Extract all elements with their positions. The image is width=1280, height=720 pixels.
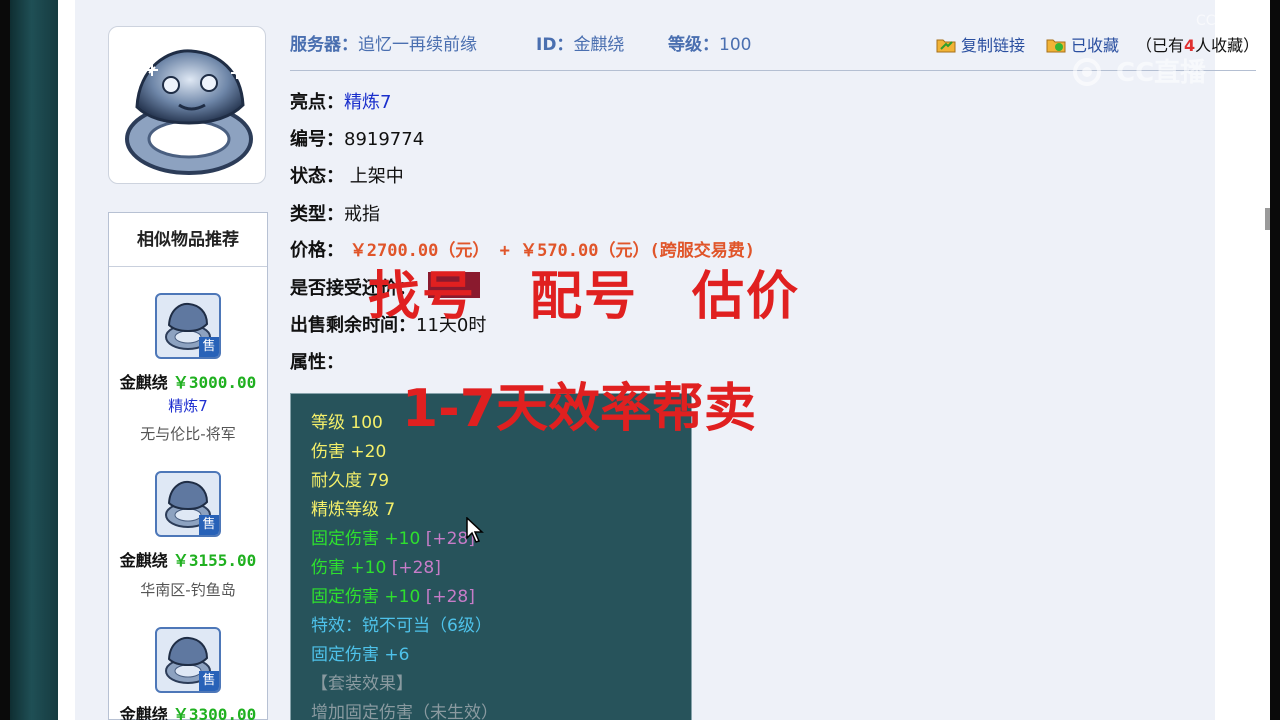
type-label: 类型：: [290, 204, 344, 225]
scrollbar-thumb[interactable]: [1265, 208, 1270, 230]
server-value: 追忆一再续前缘: [358, 35, 477, 55]
attr-line: 耐久度 79: [311, 471, 390, 491]
copy-link-button[interactable]: 复制链接: [936, 34, 1025, 58]
attr-bonus: [+28]: [425, 587, 475, 607]
highlight-row: 亮点：精炼7: [290, 88, 391, 114]
watermark-small: CC直播: [1196, 13, 1244, 29]
similar-item-name-price: 金麒绕 ￥3000.00: [109, 369, 267, 393]
similar-item-price: ￥3000.00: [172, 373, 257, 392]
watermark-logo: CC直播: [1072, 52, 1206, 89]
type-value: 戒指: [344, 204, 380, 225]
sale-badge: 售: [199, 337, 219, 357]
attr-line: 等级 100: [311, 413, 383, 433]
right-frame-strip: [1270, 0, 1280, 720]
similar-items-panel: 相似物品推荐 售 金麒绕 ￥3000.00 精炼7 无与伦比-将军 售 金麒绕: [108, 212, 268, 720]
attr-line: 伤害 +10 [+28]: [311, 553, 441, 578]
attr-text: 固定伤害 +10: [311, 529, 421, 549]
status-value: 上架中: [349, 166, 404, 187]
left-frame-strip: [0, 0, 10, 720]
level-info: 等级：100: [668, 30, 751, 60]
overlay-caption-sell: 1-7天效率帮卖: [402, 379, 756, 439]
overlay-caption-services: 找号 配号 估价: [368, 267, 801, 327]
level-label: 等级：: [668, 35, 719, 55]
highlight-label: 亮点：: [290, 92, 344, 113]
similar-item-name-price: 金麒绕 ￥3300.00: [109, 701, 267, 720]
favorite-folder-icon: [1046, 39, 1066, 53]
ring-thumbnail-icon[interactable]: 售: [155, 471, 221, 537]
attr-line: 精炼等级 7: [311, 500, 396, 520]
similar-item-name: 金麒绕: [119, 705, 168, 720]
server-label: 服务器：: [290, 35, 358, 55]
serial-row: 编号：8919774: [290, 125, 424, 151]
similar-item-name-price: 金麒绕 ￥3155.00: [109, 547, 267, 571]
status-row: 状态： 上架中: [290, 162, 404, 188]
copy-link-label: 复制链接: [961, 36, 1026, 55]
serial-label: 编号：: [290, 129, 344, 150]
attr-line: 固定伤害 +6: [311, 645, 410, 665]
attr-line: 特效：锐不可当（6级）: [311, 616, 492, 636]
cc-logo-icon: [1073, 58, 1101, 86]
type-row: 类型：戒指: [290, 200, 380, 226]
similar-item-name: 金麒绕: [119, 373, 168, 392]
status-label: 状态：: [290, 166, 344, 187]
attr-bonus: [+28]: [391, 558, 441, 578]
attr-line: 伤害 +20: [311, 442, 387, 462]
id-value: 金麒绕: [573, 35, 625, 55]
similar-item-name: 金麒绕: [119, 551, 168, 570]
ring-thumbnail-icon[interactable]: 售: [155, 293, 221, 359]
sale-badge: 售: [199, 671, 219, 691]
similar-items-title: 相似物品推荐: [109, 213, 267, 267]
attributes-row: 属性：: [290, 348, 344, 374]
similar-item-price: ￥3300.00: [172, 705, 257, 720]
attr-text: 伤害 +10: [311, 558, 387, 578]
similar-item-highlight: 精炼7: [168, 397, 208, 415]
id-info: ID：金麒绕: [536, 30, 624, 60]
attributes-label: 属性：: [290, 352, 344, 373]
sale-badge: 售: [199, 515, 219, 535]
similar-item-price: ￥3155.00: [172, 551, 257, 570]
attr-line: 固定伤害 +10 [+28]: [311, 582, 475, 607]
serial-value: 8919774: [344, 129, 425, 150]
attributes-panel: 等级 100 伤害 +20 耐久度 79 精炼等级 7 固定伤害 +10 [+2…: [290, 393, 692, 720]
ring-thumbnail-icon[interactable]: 售: [155, 627, 221, 693]
similar-item-server: 无与伦比-将军: [140, 425, 236, 443]
price-label: 价格：: [290, 240, 344, 261]
left-teal-sidebar: [10, 0, 58, 720]
watermark-text: CC直播: [1116, 58, 1207, 88]
id-label: ID：: [536, 35, 574, 55]
attr-line: 【套装效果】: [311, 674, 413, 694]
folder-icon: [936, 39, 956, 53]
server-info: 服务器：追忆一再续前缘: [290, 30, 477, 60]
attr-line: 增加固定伤害（未生效）: [311, 703, 498, 720]
mouse-cursor-icon: [466, 517, 484, 543]
similar-item-server: 华南区-钓鱼岛: [140, 581, 236, 599]
highlight-value: 精炼7: [344, 92, 392, 113]
level-value: 100: [719, 35, 752, 55]
attr-text: 固定伤害 +10: [311, 587, 421, 607]
ring-icon: [125, 49, 253, 175]
attr-line: 固定伤害 +10 [+28]: [311, 524, 475, 549]
item-image: [108, 26, 266, 184]
